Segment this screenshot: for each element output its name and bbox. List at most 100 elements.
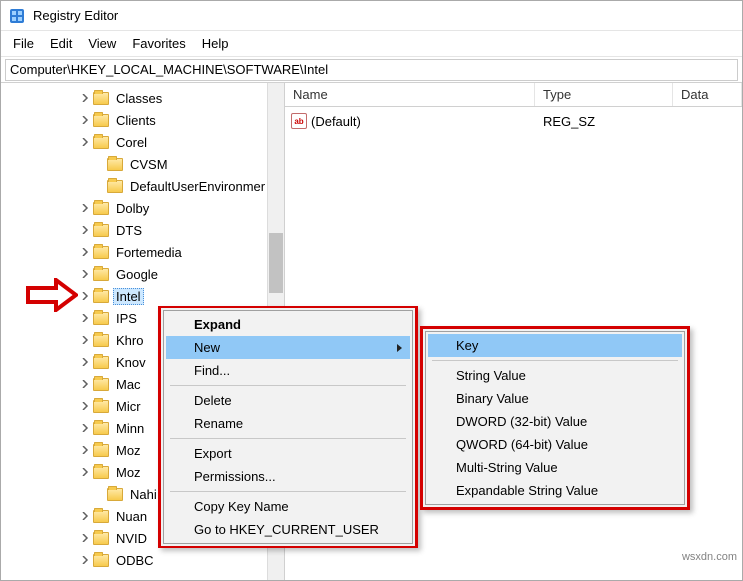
sub-dword[interactable]: DWORD (32-bit) Value — [428, 410, 682, 433]
sub-string[interactable]: String Value — [428, 364, 682, 387]
chevron-right-icon[interactable] — [79, 356, 91, 368]
tree-item[interactable]: ·DefaultUserEnvironmer — [1, 175, 284, 197]
list-body: ab (Default) REG_SZ — [285, 107, 742, 135]
chevron-right-icon[interactable] — [79, 268, 91, 280]
chevron-right-icon[interactable] — [79, 246, 91, 258]
tree-item-label: Khro — [113, 332, 146, 349]
tree-item-label: Minn — [113, 420, 147, 437]
chevron-right-icon[interactable] — [79, 422, 91, 434]
folder-icon — [93, 510, 109, 523]
regedit-icon — [9, 8, 25, 24]
string-value-icon: ab — [291, 113, 307, 129]
tree-item-label: Knov — [113, 354, 149, 371]
chevron-right-icon[interactable] — [79, 92, 91, 104]
ctx-expand[interactable]: Expand — [166, 313, 410, 336]
chevron-right-icon[interactable] — [79, 290, 91, 302]
ctx-delete[interactable]: Delete — [166, 389, 410, 412]
chevron-right-icon[interactable] — [79, 114, 91, 126]
col-name[interactable]: Name — [285, 83, 535, 106]
tree-item[interactable]: Classes — [1, 87, 284, 109]
tree-item-label: NVID — [113, 530, 150, 547]
folder-icon — [93, 224, 109, 237]
callout-arrow-icon — [26, 278, 78, 312]
col-data[interactable]: Data — [673, 83, 742, 106]
ctx-copy-key-name[interactable]: Copy Key Name — [166, 495, 410, 518]
folder-icon — [107, 180, 123, 193]
tree-item-label: DefaultUserEnvironmer — [127, 178, 268, 195]
sub-multistring[interactable]: Multi-String Value — [428, 456, 682, 479]
chevron-right-icon[interactable] — [79, 378, 91, 390]
tree-item-label: CVSM — [127, 156, 171, 173]
tree-item[interactable]: Corel — [1, 131, 284, 153]
menu-favorites[interactable]: Favorites — [124, 33, 193, 54]
folder-icon — [93, 378, 109, 391]
tree-item-label: Mac — [113, 376, 144, 393]
sub-qword[interactable]: QWORD (64-bit) Value — [428, 433, 682, 456]
tree-item-label: DTS — [113, 222, 145, 239]
folder-icon — [93, 422, 109, 435]
ctx-new-label: New — [194, 340, 220, 355]
folder-icon — [93, 532, 109, 545]
chevron-right-icon[interactable] — [79, 532, 91, 544]
ctx-goto-hkcu[interactable]: Go to HKEY_CURRENT_USER — [166, 518, 410, 541]
scrollbar-thumb[interactable] — [269, 233, 283, 293]
tree-item-label: IPS — [113, 310, 140, 327]
ctx-rename[interactable]: Rename — [166, 412, 410, 435]
chevron-right-icon[interactable] — [79, 334, 91, 346]
tree-item[interactable]: Fortemedia — [1, 241, 284, 263]
tree-item-label: Micr — [113, 398, 144, 415]
folder-icon — [93, 290, 109, 303]
menu-edit[interactable]: Edit — [42, 33, 80, 54]
sub-key[interactable]: Key — [428, 334, 682, 357]
tree-item[interactable]: ODBC — [1, 549, 284, 571]
ctx-export[interactable]: Export — [166, 442, 410, 465]
folder-icon — [93, 466, 109, 479]
context-submenu-new: Key String Value Binary Value DWORD (32-… — [420, 326, 690, 510]
chevron-right-icon[interactable] — [79, 510, 91, 522]
folder-icon — [107, 158, 123, 171]
tree-item[interactable]: ·CVSM — [1, 153, 284, 175]
window-title: Registry Editor — [33, 8, 118, 23]
menubar: File Edit View Favorites Help — [1, 31, 742, 57]
address-bar — [1, 57, 742, 83]
value-type: REG_SZ — [535, 114, 673, 129]
chevron-right-icon[interactable] — [79, 400, 91, 412]
tree-item-label: Clients — [113, 112, 159, 129]
folder-icon — [93, 356, 109, 369]
col-type[interactable]: Type — [535, 83, 673, 106]
folder-icon — [93, 246, 109, 259]
watermark: wsxdn.com — [682, 551, 737, 563]
menu-help[interactable]: Help — [194, 33, 237, 54]
menu-file[interactable]: File — [5, 33, 42, 54]
tree-item[interactable]: DTS — [1, 219, 284, 241]
chevron-right-icon[interactable] — [79, 466, 91, 478]
tree-item-label: Nahi — [127, 486, 160, 503]
context-menu: Expand New Find... Delete Rename Export … — [158, 306, 418, 548]
folder-icon — [93, 268, 109, 281]
chevron-right-icon[interactable] — [79, 444, 91, 456]
value-name: (Default) — [311, 114, 361, 129]
tree-item[interactable]: Dolby — [1, 197, 284, 219]
chevron-right-icon[interactable] — [79, 224, 91, 236]
ctx-permissions[interactable]: Permissions... — [166, 465, 410, 488]
ctx-find[interactable]: Find... — [166, 359, 410, 382]
tree-item-label: Google — [113, 266, 161, 283]
chevron-right-icon[interactable] — [79, 136, 91, 148]
menu-view[interactable]: View — [80, 33, 124, 54]
chevron-right-icon[interactable] — [79, 554, 91, 566]
sub-binary[interactable]: Binary Value — [428, 387, 682, 410]
tree-item-label: Classes — [113, 90, 165, 107]
tree-item-label: Dolby — [113, 200, 152, 217]
ctx-new[interactable]: New — [166, 336, 410, 359]
value-name-cell: ab (Default) — [285, 113, 535, 129]
sub-expandstring[interactable]: Expandable String Value — [428, 479, 682, 502]
chevron-right-icon[interactable] — [79, 202, 91, 214]
ctx-separator — [170, 491, 406, 492]
list-header: Name Type Data — [285, 83, 742, 107]
chevron-right-icon[interactable] — [79, 312, 91, 324]
folder-icon — [93, 114, 109, 127]
address-input[interactable] — [5, 59, 738, 81]
list-row[interactable]: ab (Default) REG_SZ — [285, 111, 742, 131]
tree-item[interactable]: Clients — [1, 109, 284, 131]
folder-icon — [93, 400, 109, 413]
